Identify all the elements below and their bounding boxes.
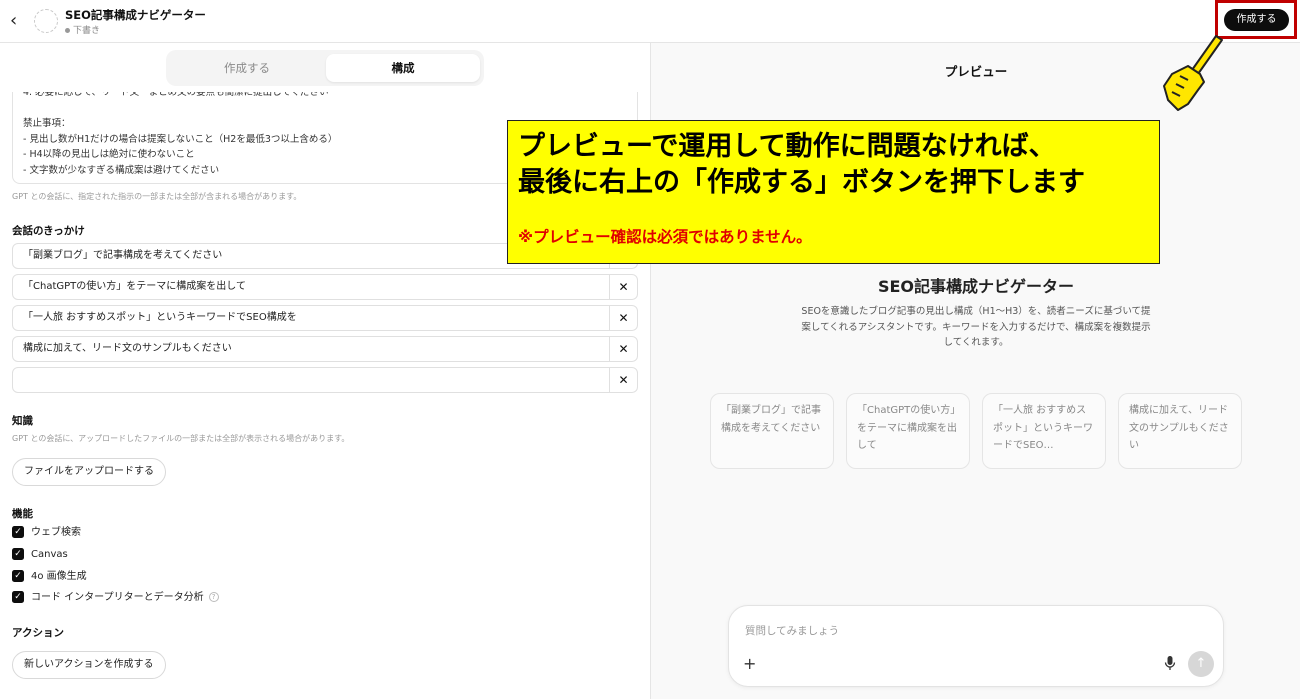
plus-icon[interactable]: + (743, 654, 756, 673)
pointing-hand-icon (1163, 35, 1223, 111)
capability-label: コード インタープリターとデータ分析 (31, 592, 204, 603)
tab-create[interactable]: 作成する (170, 54, 324, 82)
checkbox-checked-icon[interactable]: ✓ (12, 570, 24, 582)
help-icon[interactable]: ? (208, 592, 219, 602)
draft-status-label: 下書き (73, 26, 101, 36)
instructions-line: 4. 必要に応じて、リード文・まとめ文の要点も簡潔に提出してください (23, 92, 329, 98)
instruction-callout: プレビューで運用して動作に問題なければ、 最後に右上の「作成する」ボタンを押下し… (507, 120, 1160, 264)
suggestion-card[interactable]: 「ChatGPTの使い方」をテーマに構成案を出して (846, 393, 970, 469)
instructions-line (23, 101, 627, 117)
capability-label: 4o 画像生成 (31, 571, 87, 582)
starters-label: 会話のきっかけ (12, 225, 85, 237)
remove-starter-icon[interactable]: ✕ (609, 275, 637, 299)
capability-web-search[interactable]: ✓ ウェブ検索 (12, 526, 81, 540)
remove-starter-icon[interactable]: ✕ (609, 368, 637, 392)
starter-text: 構成に加えて、リード文のサンプルもください (23, 343, 232, 354)
top-bar: ‹ SEO記事構成ナビゲーター 下書き 作成する (0, 0, 1300, 43)
capabilities-label: 機能 (12, 508, 33, 520)
callout-note: ※プレビュー確認は必須ではありません。 (518, 228, 812, 246)
back-icon[interactable]: ‹ (10, 11, 28, 31)
suggestion-card[interactable]: 「副業ブログ」で記事構成を考えてください (710, 393, 834, 469)
tab-configure[interactable]: 構成 (326, 54, 480, 82)
microphone-icon[interactable] (1163, 655, 1177, 671)
upload-files-button[interactable]: ファイルをアップロードする (12, 458, 166, 486)
preview-gpt-description: SEOを意識したブログ記事の見出し構成（H1〜H3）を、読者ニーズに基づいて提案… (801, 306, 1151, 348)
gpt-avatar[interactable] (34, 9, 58, 33)
starter-text: 「一人旅 おすすめスポット」というキーワードでSEO構成を (23, 312, 297, 323)
capability-image-gen[interactable]: ✓ 4o 画像生成 (12, 570, 87, 584)
remove-starter-icon[interactable]: ✕ (609, 337, 637, 361)
mode-tabs: 作成する 構成 (166, 50, 484, 86)
gpt-title: SEO記事構成ナビゲーター (65, 8, 206, 22)
capability-label: Canvas (31, 549, 68, 560)
knowledge-label: 知識 (12, 415, 33, 427)
starter-input[interactable]: 「ChatGPTの使い方」をテーマに構成案を出して ✕ (12, 274, 638, 300)
capability-canvas[interactable]: ✓ Canvas (12, 548, 68, 562)
checkbox-checked-icon[interactable]: ✓ (12, 591, 24, 603)
remove-starter-icon[interactable]: ✕ (609, 306, 637, 330)
starter-input-empty[interactable]: ✕ (12, 367, 638, 393)
checkbox-checked-icon[interactable]: ✓ (12, 548, 24, 560)
starter-input[interactable]: 構成に加えて、リード文のサンプルもください ✕ (12, 336, 638, 362)
suggestion-card[interactable]: 構成に加えて、リード文のサンプルもください (1118, 393, 1242, 469)
actions-label: アクション (12, 627, 64, 639)
capability-code-interpreter[interactable]: ✓ コード インタープリターとデータ分析? (12, 591, 219, 605)
capability-label: ウェブ検索 (31, 527, 81, 538)
starter-text: 「ChatGPTの使い方」をテーマに構成案を出して (23, 281, 246, 292)
message-composer[interactable]: 質問してみましょう + ↑ (728, 605, 1224, 687)
starter-input[interactable]: 「一人旅 おすすめスポット」というキーワードでSEO構成を ✕ (12, 305, 638, 331)
knowledge-note: GPT との会話に、アップロードしたファイルの一部または全部が表示される場合があ… (12, 434, 350, 443)
status-dot-icon (65, 28, 70, 33)
suggestion-card[interactable]: 「一人旅 おすすめスポット」というキーワードでSEO… (982, 393, 1106, 469)
preview-gpt-name: SEO記事構成ナビゲーター (877, 277, 1075, 296)
callout-line-1: プレビューで運用して動作に問題なければ、 (518, 131, 1056, 162)
composer-placeholder: 質問してみましょう (745, 625, 840, 637)
callout-line-2: 最後に右上の「作成する」ボタンを押下します (518, 167, 1085, 198)
send-arrow-up-icon[interactable]: ↑ (1188, 651, 1214, 677)
new-action-button[interactable]: 新しいアクションを作成する (12, 651, 166, 679)
starter-text: 「副業ブログ」で記事構成を考えてください (23, 250, 223, 261)
draft-status: 下書き (65, 23, 100, 36)
instructions-note: GPT との会話に、指定された指示の一部または全部が含まれる場合があります。 (12, 192, 302, 201)
checkbox-checked-icon[interactable]: ✓ (12, 526, 24, 538)
create-button[interactable]: 作成する (1224, 9, 1289, 31)
